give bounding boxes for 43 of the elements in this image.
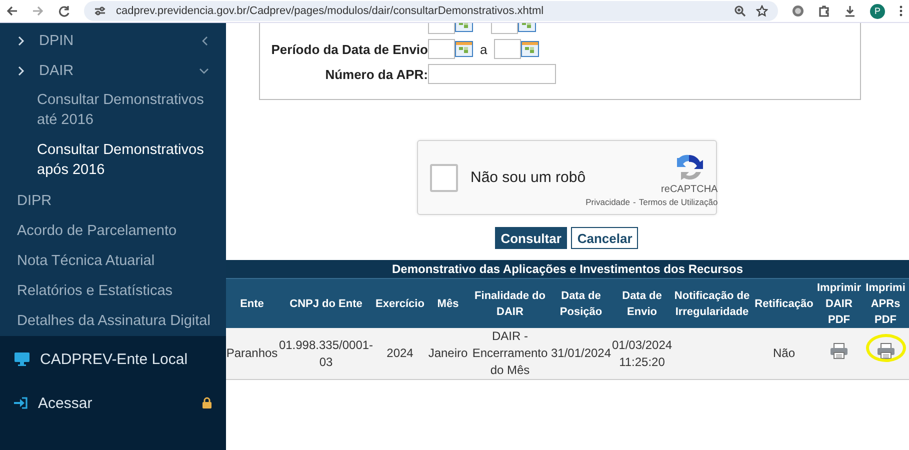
- profile-avatar[interactable]: P: [870, 4, 885, 18]
- address-bar[interactable]: cadprev.previdencia.gov.br/Cadprev/pages/modulos/dair/consultarDemonstrativos.xhtml: [84, 1, 778, 21]
- column-header: Notificação de Irregularidade: [672, 278, 752, 328]
- cancel-button[interactable]: Cancelar: [571, 227, 638, 249]
- column-header: Data de Envio: [612, 278, 672, 328]
- table-cell: Não: [752, 328, 816, 380]
- login-link[interactable]: Acessar: [0, 388, 226, 418]
- column-header: Ente: [226, 278, 278, 328]
- sidebar-item[interactable]: Acordo de Parcelamento: [0, 216, 226, 246]
- sidebar-item[interactable]: Detalhes da Assinatura Digital: [0, 306, 226, 336]
- column-header: Data de Posição: [550, 278, 612, 328]
- captcha-label: Não sou um robô: [470, 169, 586, 186]
- column-header: Imprimir DAIR PDF: [816, 278, 862, 328]
- sidebar-item[interactable]: DPIN: [0, 26, 226, 56]
- sidebar-item[interactable]: DIPR: [0, 186, 226, 216]
- column-header: Finalidade do DAIR: [470, 278, 550, 328]
- column-header: CNPJ do Ente: [278, 278, 374, 328]
- column-header: Imprimi APRs PDF: [862, 278, 909, 328]
- field-label: Período da Data de Envio: [270, 42, 428, 56]
- column-header: Mês: [426, 278, 470, 328]
- column-header: Retificação: [752, 278, 816, 328]
- table-cell: 2024: [374, 328, 426, 380]
- table-cell: Janeiro: [426, 328, 470, 380]
- privacy-link[interactable]: Privacidade: [586, 197, 630, 207]
- sidebar-item[interactable]: Relatórios e Estatísticas: [0, 276, 226, 306]
- link-separator: -: [633, 197, 636, 207]
- table-cell: 01.998.335/0001-03: [278, 328, 374, 380]
- sidebar-item[interactable]: DAIR: [0, 56, 226, 86]
- table-cell: Paranhos: [226, 328, 278, 380]
- column-header: Exercício: [374, 278, 426, 328]
- table-cell: DAIR - Encerramento do Mês: [470, 328, 550, 380]
- sidebar-subitem[interactable]: Consultar Demonstrativos até 2016: [0, 86, 226, 136]
- terms-link[interactable]: Termos de Utilização: [638, 197, 718, 207]
- field-label: Número da APR:: [324, 66, 428, 82]
- submit-button[interactable]: Consultar: [494, 227, 568, 249]
- table-cell: 01/03/2024 11:25:20: [612, 328, 672, 380]
- range-separator: a: [480, 42, 488, 56]
- table-cell: 31/01/2024: [550, 328, 612, 380]
- sidebar-subitem[interactable]: Consultar Demonstrativos após 2016: [0, 136, 226, 186]
- app-title: CADPREV-Ente Local: [40, 350, 189, 368]
- table-title: Demonstrativo das Aplicações e Investimentos dos Recursos: [226, 260, 909, 278]
- sidebar-item[interactable]: Nota Técnica Atuarial: [0, 246, 226, 276]
- captcha-brand: reCAPTCHA: [661, 184, 718, 195]
